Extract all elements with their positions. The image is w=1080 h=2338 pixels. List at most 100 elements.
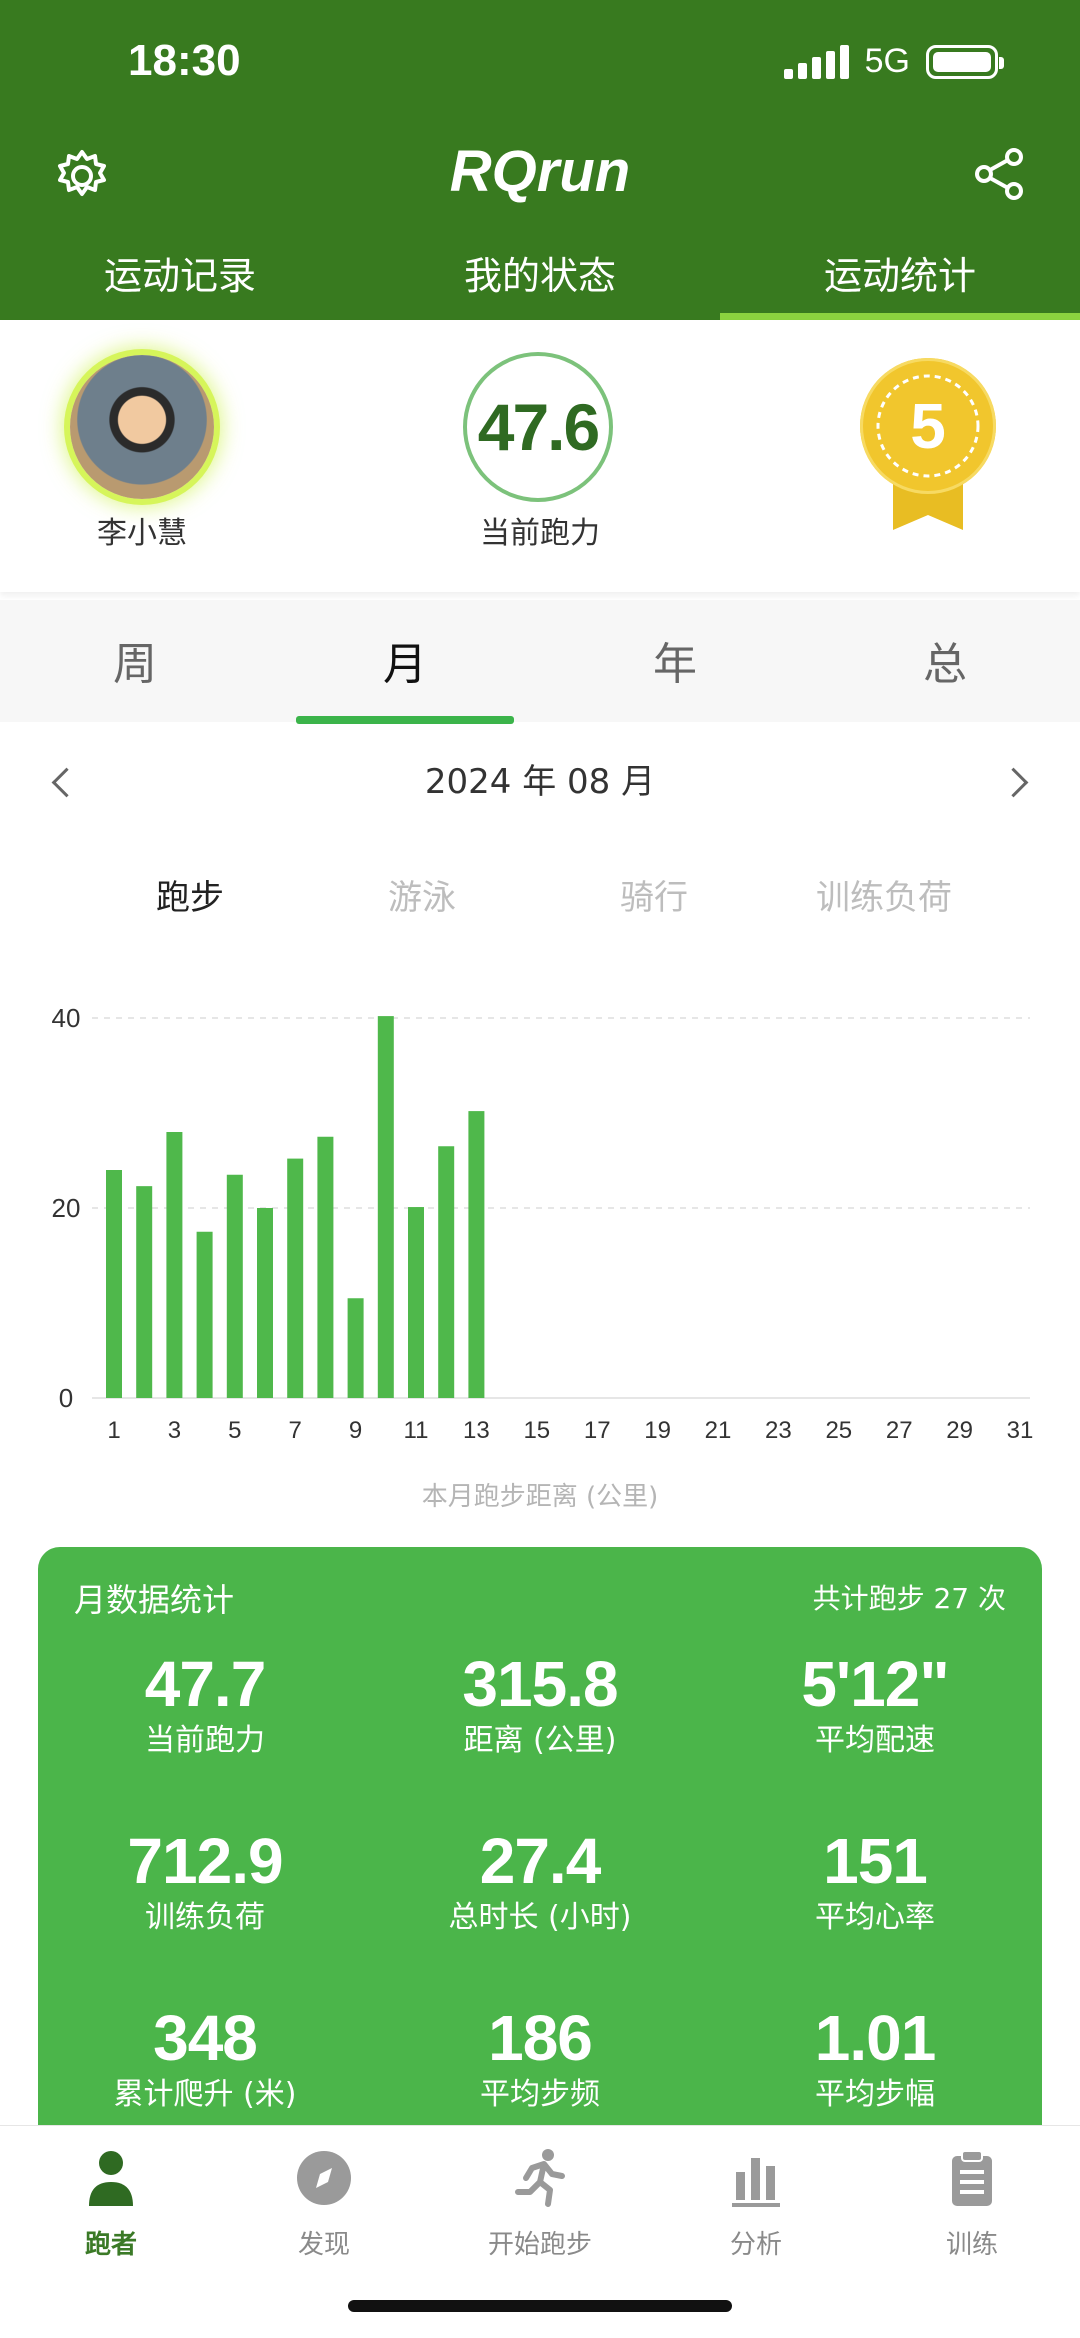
chart-bar <box>226 1174 243 1398</box>
nav-label: 训练 <box>945 2230 998 2260</box>
home-indicator <box>348 2300 732 2312</box>
app-title: RQrun <box>449 139 631 204</box>
stat-value: 348 <box>153 2002 258 2074</box>
tab-year[interactable]: 年 <box>540 600 810 722</box>
sport-tab-swimming[interactable]: 游泳 <box>388 870 456 926</box>
tab-month[interactable]: 月 <box>270 600 540 724</box>
top-tabs: 运动记录 我的状态 运动统计 <box>0 246 1080 320</box>
chart-bar <box>287 1158 304 1398</box>
stat-average-stride: 1.01 平均步幅 <box>708 2001 1042 2115</box>
y-tick-label: 0 <box>59 1383 73 1413</box>
period-tabs: 周 月 年 总 <box>0 600 1080 724</box>
stat-value: 315.8 <box>462 1648 618 1720</box>
monthly-distance-chart: 020401 3 5 7 9 11 13 15 17 19 21 23 25 27 29 31 <box>52 1003 1034 1444</box>
status-time: 18:30 <box>128 36 241 85</box>
sport-tab-cycling[interactable]: 骑行 <box>620 870 688 926</box>
run-power-value: 47.6 <box>477 390 600 464</box>
stat-training-load: 712.9 训练负荷 <box>38 1824 372 1938</box>
x-tick-label: 13 <box>463 1417 490 1444</box>
chart-bar <box>317 1136 334 1398</box>
x-tick-label: 29 <box>946 1417 973 1444</box>
chart-bar <box>408 1207 424 1398</box>
stat-value: 1.01 <box>814 2002 937 2074</box>
nav-label: 开始跑步 <box>487 2230 592 2260</box>
stat-total-ascent: 348 累计爬升 (米) <box>38 2001 372 2115</box>
tab-week[interactable]: 周 <box>0 600 270 722</box>
stat-label: 总时长 (小时) <box>448 1900 632 1935</box>
x-tick-label: 1 <box>107 1417 120 1444</box>
tab-total[interactable]: 总 <box>810 600 1080 722</box>
battery-icon <box>926 44 1004 79</box>
stat-value: 712.9 <box>127 1825 283 1897</box>
status-indicators: 5G <box>783 42 1004 81</box>
sport-tab-training-load[interactable]: 训练负荷 <box>816 870 952 926</box>
tab-activity-stats[interactable]: 运动统计 <box>720 246 1080 320</box>
run-power-label: 当前跑力 <box>480 516 600 551</box>
x-tick-label: 27 <box>886 1417 913 1444</box>
share-icon[interactable] <box>972 146 1028 202</box>
chart-bar <box>196 1231 213 1398</box>
stat-average-cadence: 186 平均步频 <box>373 2001 707 2115</box>
nav-runner[interactable]: 跑者 <box>3 2146 219 2261</box>
x-tick-label: 25 <box>825 1417 852 1444</box>
nav-training[interactable]: 训练 <box>864 2146 1080 2261</box>
badge-number: 5 <box>910 390 946 462</box>
network-type: 5G <box>864 42 910 80</box>
chart-bar <box>106 1170 122 1398</box>
stat-label: 平均步频 <box>480 2077 600 2112</box>
chart-bar <box>377 1016 394 1398</box>
chart-bar <box>438 1146 455 1398</box>
nav-label: 跑者 <box>84 2230 137 2260</box>
stat-label: 平均配速 <box>815 1723 935 1758</box>
chart-bar <box>468 1111 485 1398</box>
chart-bar <box>347 1298 364 1398</box>
sport-tab-running[interactable]: 跑步 <box>156 870 224 926</box>
x-tick-label: 7 <box>289 1417 302 1444</box>
x-tick-label: 11 <box>404 1417 429 1444</box>
x-tick-label: 23 <box>765 1417 792 1444</box>
x-tick-label: 31 <box>1007 1417 1034 1444</box>
compass-icon <box>297 2151 351 2205</box>
stat-total-duration: 27.4 总时长 (小时) <box>373 1824 707 1938</box>
clipboard-icon <box>952 2150 992 2206</box>
signal-icon <box>783 44 849 79</box>
run-power-gauge[interactable]: 47.6 <box>463 352 613 502</box>
stat-label: 平均步幅 <box>815 2077 935 2112</box>
stat-value: 151 <box>823 1825 928 1897</box>
chart-caption: 本月跑步距离 (公里) <box>421 1482 659 1512</box>
tab-activity-records[interactable]: 运动记录 <box>0 246 360 320</box>
nav-discover[interactable]: 发现 <box>216 2146 432 2261</box>
running-quotient-badge[interactable]: 5 <box>860 358 996 494</box>
stat-label: 训练负荷 <box>145 1900 265 1935</box>
stats-title: 月数据统计 <box>74 1581 235 1619</box>
current-period: 2024 年 08 月 <box>424 762 656 802</box>
stat-label: 平均心率 <box>815 1900 935 1935</box>
nav-start-run[interactable]: 开始跑步 <box>432 2146 648 2261</box>
avatar[interactable] <box>70 355 214 499</box>
running-figure-icon <box>515 2149 565 2207</box>
x-tick-label: 5 <box>228 1417 241 1444</box>
tab-my-status[interactable]: 我的状态 <box>360 246 720 320</box>
x-tick-label: 9 <box>349 1417 362 1444</box>
x-tick-label: 19 <box>644 1417 671 1444</box>
sport-tabs: 跑步 游泳 骑行 训练负荷 <box>0 870 1080 926</box>
x-tick-label: 3 <box>168 1417 181 1444</box>
stat-current-run-power: 47.7 当前跑力 <box>38 1647 372 1761</box>
stat-value: 27.4 <box>479 1825 602 1897</box>
bar-chart-icon <box>732 2158 780 2207</box>
nav-analysis[interactable]: 分析 <box>648 2146 864 2261</box>
app-header: 18:30 5G RQrun 运动记录 我的状态 运动统计 <box>0 0 1080 320</box>
stat-distance: 315.8 距离 (公里) <box>373 1647 707 1761</box>
chart-bar <box>257 1208 273 1398</box>
stat-average-heart-rate: 151 平均心率 <box>708 1824 1042 1938</box>
chart-bar <box>136 1186 153 1398</box>
stat-average-pace: 5'12" 平均配速 <box>708 1647 1042 1761</box>
user-name: 李小慧 <box>97 516 187 551</box>
chart-bar <box>166 1132 183 1398</box>
stat-value: 47.7 <box>144 1648 267 1720</box>
nav-label: 发现 <box>297 2230 350 2260</box>
stat-label: 距离 (公里) <box>463 1723 617 1758</box>
date-navigator: 2024 年 08 月 <box>0 752 1080 812</box>
y-tick-label: 20 <box>52 1193 81 1223</box>
runner-person-icon <box>89 2151 133 2206</box>
